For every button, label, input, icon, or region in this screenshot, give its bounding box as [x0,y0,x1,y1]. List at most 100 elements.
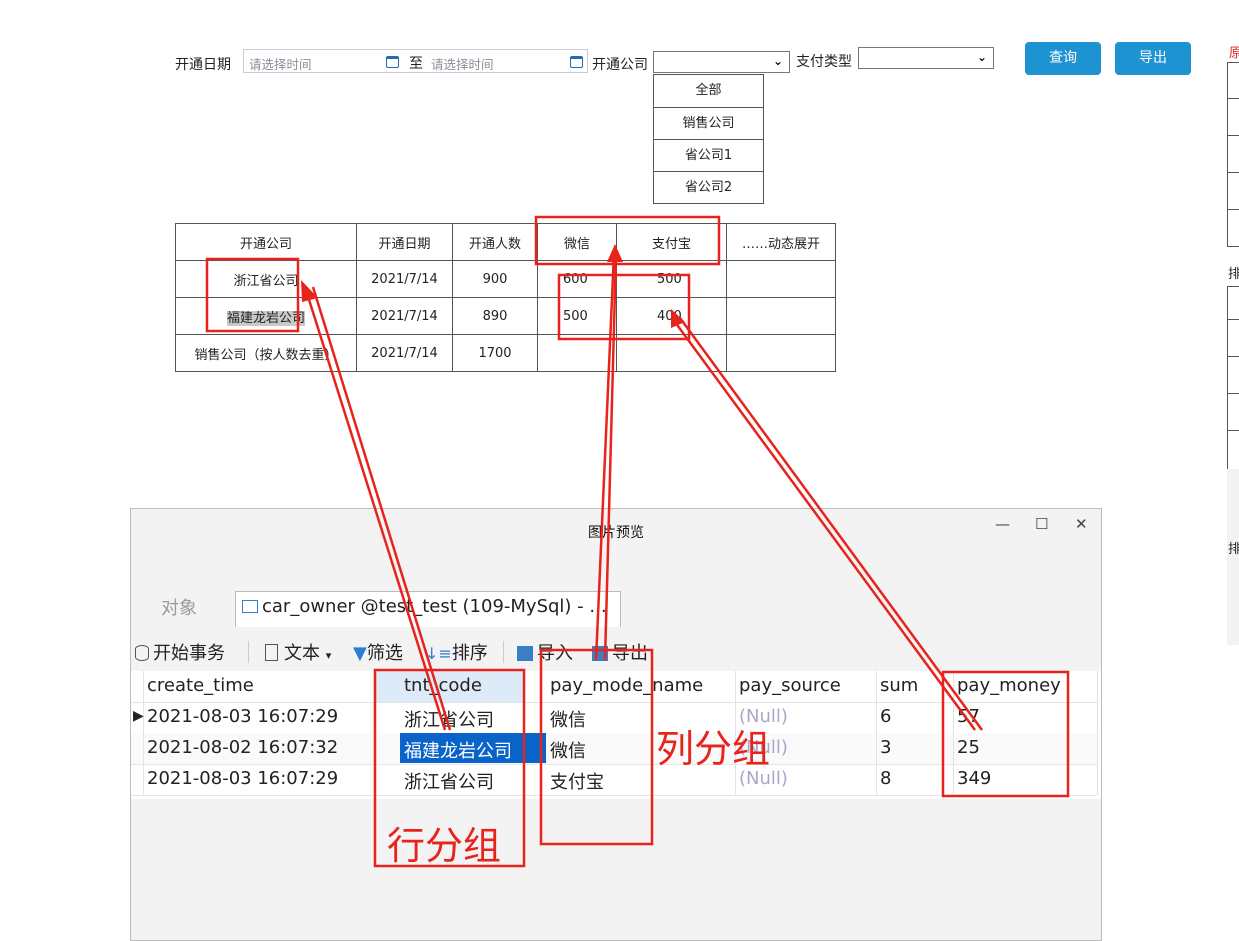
table-cell: 500 [616,260,727,298]
table-cell [726,260,836,298]
column-header[interactable]: pay_money [957,675,1061,696]
right-edge-char: 排 [1228,267,1239,282]
export-button[interactable]: 导出 [592,639,648,665]
column-header[interactable]: pay_mode_name [550,675,703,696]
maximize-icon[interactable]: ☐ [1035,515,1048,533]
column-header: 开通公司 [175,223,357,261]
grid-cell-selected[interactable]: 福建龙岩公司 [404,737,512,763]
column-header: 支付宝 [616,223,727,261]
table-cell: 浙江省公司 [175,260,357,298]
grid-cell[interactable]: 2021-08-02 16:07:32 [147,737,338,758]
row-group-annotation: 行分组 [387,824,502,868]
table-cell [726,334,836,372]
sort-button[interactable]: ↓≡排序 [425,639,488,665]
table-cell: 1700 [452,334,538,372]
tab-car-owner[interactable]: car_owner @test_test (109-MySql) - ... [235,591,621,627]
export-button[interactable]: 导出 [1115,42,1191,75]
right-edge-char: 原 [1229,46,1239,61]
report-table: 开通公司 开通日期 开通人数 微信 支付宝 ……动态展开 浙江省公司 2021/… [175,223,836,372]
date-range-input[interactable]: 请选择时间 至 请选择时间 [243,49,588,73]
col-group-annotation: 列分组 [656,727,771,771]
company-dropdown-list: 全部 销售公司 省公司1 省公司2 [653,74,764,204]
grid-cell[interactable]: 349 [957,768,991,789]
column-header[interactable]: sum [880,675,918,696]
column-header: 开通日期 [356,223,453,261]
grid-cell[interactable]: 2021-08-03 16:07:29 [147,768,338,789]
end-date-placeholder[interactable]: 请选择时间 [431,54,494,73]
column-header[interactable]: pay_source [739,675,841,696]
pay-type-label: 支付类型 [796,54,852,70]
funnel-icon: ▼ [353,643,367,664]
grid-cell[interactable]: 浙江省公司 [404,768,494,794]
tab-bar: 对象 car_owner @test_test (109-MySql) - ..… [131,591,1101,632]
table-row: 福建龙岩公司 2021/7/14 890 500 400 [175,297,836,335]
query-button[interactable]: 查询 [1025,42,1101,75]
start-date-placeholder[interactable]: 请选择时间 [249,54,312,73]
table-cell [726,297,836,335]
table-cell: 900 [452,260,538,298]
dropdown-option[interactable]: 省公司2 [654,171,763,203]
to-label: 至 [409,56,423,72]
close-icon[interactable]: ✕ [1075,515,1088,533]
dropdown-option[interactable]: 全部 [654,75,763,107]
column-header[interactable]: create_time [147,675,254,696]
highlighted-text: 福建龙岩公司 [226,310,305,326]
table-row: 浙江省公司 2021/7/14 900 600 500 [175,260,836,298]
chevron-down-icon: ⌄ [772,54,783,68]
table-cell: 福建龙岩公司 [175,297,357,335]
table-cell [537,334,617,372]
grid-cell[interactable]: 6 [880,706,891,727]
dropdown-option[interactable]: 销售公司 [654,107,763,139]
tab-label: car_owner @test_test (109-MySql) - ... [262,596,607,617]
company-select[interactable]: ⌄ [653,51,790,73]
table-header-row: 开通公司 开通日期 开通人数 微信 支付宝 ……动态展开 [175,223,836,261]
table-cell: 500 [537,297,617,335]
sort-icon: ↓≡ [425,644,452,663]
filter-button[interactable]: ▼筛选 [353,639,403,665]
column-header: ……动态展开 [726,223,836,261]
calendar-icon[interactable] [570,56,583,68]
grid-cell[interactable]: 57 [957,706,980,727]
table-cell: 2021/7/14 [356,297,453,335]
minimize-icon[interactable]: — [995,515,1010,533]
export-icon [592,646,608,661]
table-cell: 600 [537,260,617,298]
grid-cell[interactable]: 微信 [550,706,586,732]
window-title: 图片预览 [588,525,644,541]
import-icon [517,646,533,661]
table-cell: 销售公司（按人数去重） [175,334,357,372]
table-cell: 2021/7/14 [356,260,453,298]
table-cell: 400 [616,297,727,335]
dropdown-caret-icon: ▾ [325,649,332,662]
tab-objects[interactable]: 对象 [161,594,197,624]
import-button[interactable]: 导入 [517,639,573,665]
grid-cell[interactable]: 浙江省公司 [404,706,494,732]
right-edge-char: 排 [1228,542,1239,557]
table-row: 销售公司（按人数去重） 2021/7/14 1700 [175,334,836,372]
grid-cell[interactable]: 微信 [550,737,586,763]
table-icon [242,600,258,613]
grid-cell[interactable]: 2021-08-03 16:07:29 [147,706,338,727]
dropdown-option[interactable]: 省公司1 [654,139,763,171]
database-icon [135,645,149,661]
column-header[interactable]: tnt_code [404,675,482,696]
open-date-label: 开通日期 [175,57,231,73]
grid-cell[interactable]: 3 [880,737,891,758]
toolbar: 开始事务 文本 ▾ ▼筛选 ↓≡排序 导入 导出 [131,633,1101,671]
company-label: 开通公司 [592,57,648,73]
grid-cell[interactable]: 25 [957,737,980,758]
grid-cell[interactable]: 支付宝 [550,768,604,794]
table-cell: 2021/7/14 [356,334,453,372]
table-cell [616,334,727,372]
document-icon [265,644,278,661]
pay-type-select[interactable]: ⌄ [858,47,994,69]
calendar-icon[interactable] [386,56,399,68]
table-cell: 890 [452,297,538,335]
column-header: 微信 [537,223,617,261]
text-button[interactable]: 文本 ▾ [265,639,331,665]
grid-cell[interactable]: 8 [880,768,891,789]
row-pointer-icon: ▶ [133,708,144,724]
begin-transaction-button[interactable]: 开始事务 [135,639,225,665]
column-header: 开通人数 [452,223,538,261]
chevron-down-icon: ⌄ [976,50,987,64]
